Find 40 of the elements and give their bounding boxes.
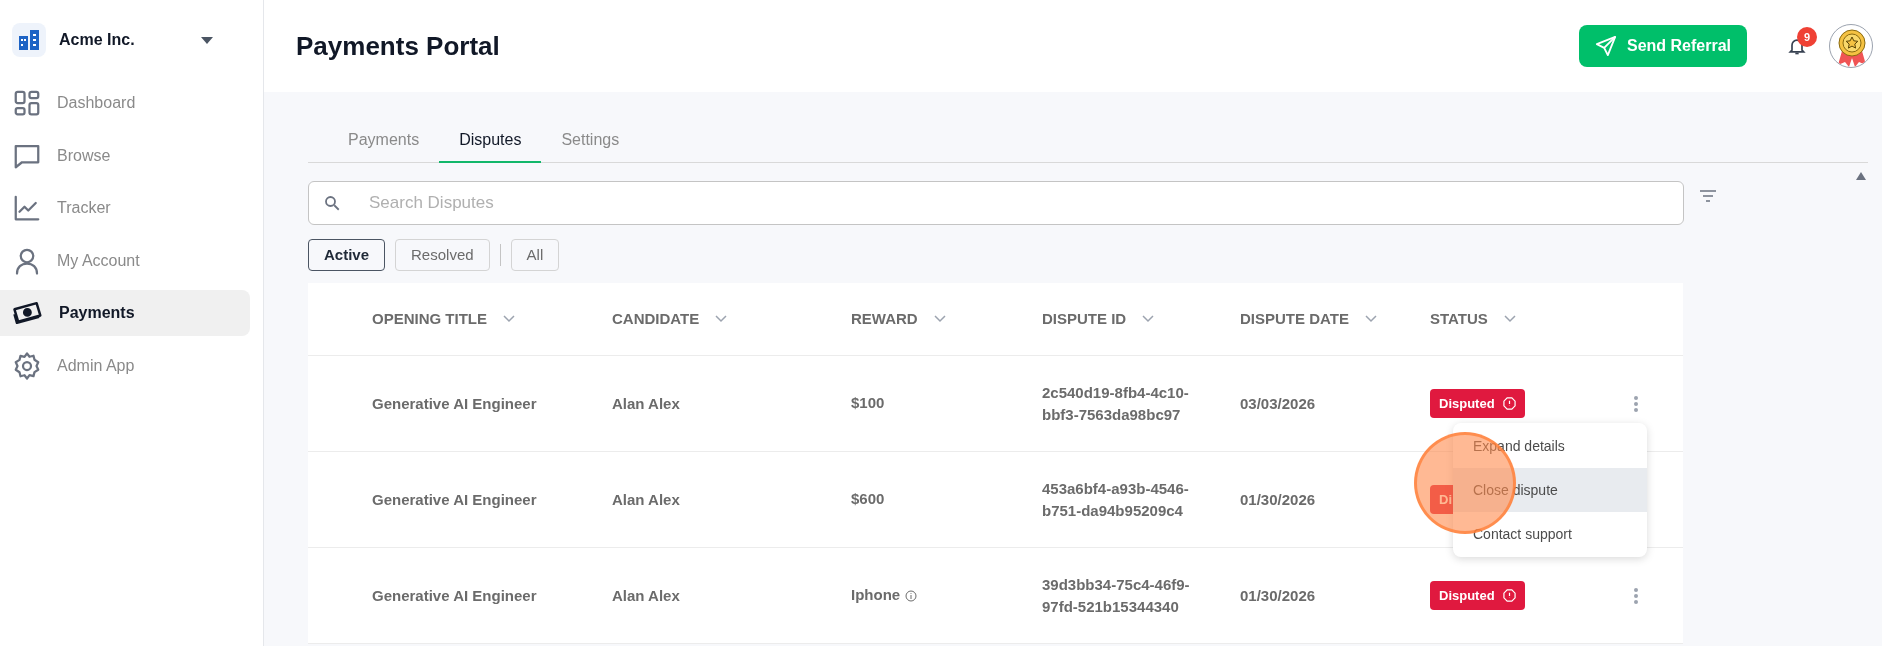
notification-count: 9 <box>1797 27 1817 47</box>
table-cell-text: $100 <box>851 393 885 414</box>
table-cell: 03/03/2026 <box>1240 394 1316 412</box>
table-cell-text: 453a6bf4-a93b-4546-b751-da94b95209c4 <box>1042 478 1190 521</box>
page-title: Payments Portal <box>296 29 501 63</box>
table-cell: Alan Alex <box>612 586 680 604</box>
table-cell: Alan Alex <box>612 490 680 508</box>
column-header: DISPUTE ID <box>1042 308 1127 329</box>
table-cell-text: 2c540d19-8fb4-4c10-bbf3-7563da98bc97 <box>1042 382 1190 425</box>
column-header: DISPUTE DATE <box>1240 308 1349 329</box>
table-cell: Generative AI Engineer <box>372 394 537 412</box>
table-cell: Alan Alex <box>612 394 680 412</box>
column-header: OPENING TITLE <box>372 308 487 329</box>
nav-item[interactable]: Dashboard <box>0 80 250 126</box>
nav-item[interactable]: Browse <box>0 132 250 179</box>
org-name: Acme Inc. <box>59 30 136 50</box>
column-header: STATUS <box>1430 308 1488 329</box>
table-cell-text: $600 <box>851 489 885 510</box>
table-cell: Generative AI Engineer <box>372 490 537 508</box>
table-cell-text: 39d3bb34-75c4-46f9-97fd-521b15344340 <box>1042 574 1191 617</box>
table-cell: 01/30/2026 <box>1240 586 1316 604</box>
filter-button[interactable]: All <box>510 239 560 271</box>
status-badge: Disputed <box>1430 581 1525 610</box>
status-badge: Disputed <box>1430 389 1525 418</box>
column-header: REWARD <box>851 308 918 329</box>
nav-item[interactable]: Admin App <box>0 342 250 389</box>
filter-button[interactable]: Active <box>308 239 386 271</box>
nav-item[interactable]: My Account <box>0 237 250 284</box>
menu-item[interactable]: Contact support <box>1453 512 1647 556</box>
tab[interactable]: Disputes <box>439 118 542 163</box>
nav-item[interactable]: Payments <box>0 290 250 336</box>
table-cell: Generative AI Engineer <box>372 586 537 604</box>
filter-button[interactable]: Resolved <box>395 239 490 271</box>
search-field[interactable]: Search Disputes <box>308 181 1684 225</box>
nav-item[interactable]: Tracker <box>0 185 250 231</box>
column-header: CANDIDATE <box>612 308 700 329</box>
tab[interactable]: Payments <box>328 118 440 163</box>
tab[interactable]: Settings <box>541 118 640 163</box>
table-cell: 01/30/2026 <box>1240 490 1316 508</box>
table-cell-text: Iphone <box>851 585 901 606</box>
